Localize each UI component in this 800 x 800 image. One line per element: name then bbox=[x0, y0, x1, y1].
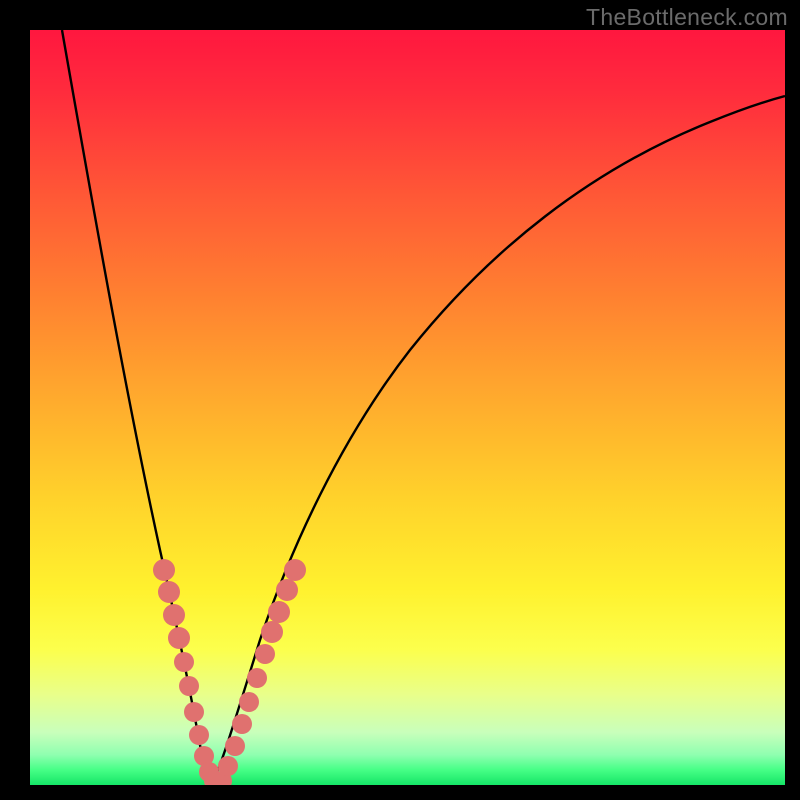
data-dot bbox=[225, 736, 245, 756]
data-dot bbox=[239, 692, 259, 712]
data-dot bbox=[189, 725, 209, 745]
chart-stage: TheBottleneck.com bbox=[0, 0, 800, 800]
curve-layer bbox=[30, 30, 785, 785]
valley-dot-cluster bbox=[153, 559, 306, 785]
data-dot bbox=[184, 702, 204, 722]
data-dot bbox=[232, 714, 252, 734]
watermark-text: TheBottleneck.com bbox=[586, 4, 788, 31]
data-dot bbox=[153, 559, 175, 581]
data-dot bbox=[268, 601, 290, 623]
data-dot bbox=[276, 579, 298, 601]
data-dot bbox=[163, 604, 185, 626]
bottleneck-curve-right bbox=[212, 96, 785, 783]
data-dot bbox=[247, 668, 267, 688]
plot-area bbox=[30, 30, 785, 785]
data-dot bbox=[218, 756, 238, 776]
data-dot bbox=[179, 676, 199, 696]
data-dot bbox=[255, 644, 275, 664]
data-dot bbox=[284, 559, 306, 581]
data-dot bbox=[174, 652, 194, 672]
data-dot bbox=[168, 627, 190, 649]
data-dot bbox=[158, 581, 180, 603]
data-dot bbox=[261, 621, 283, 643]
